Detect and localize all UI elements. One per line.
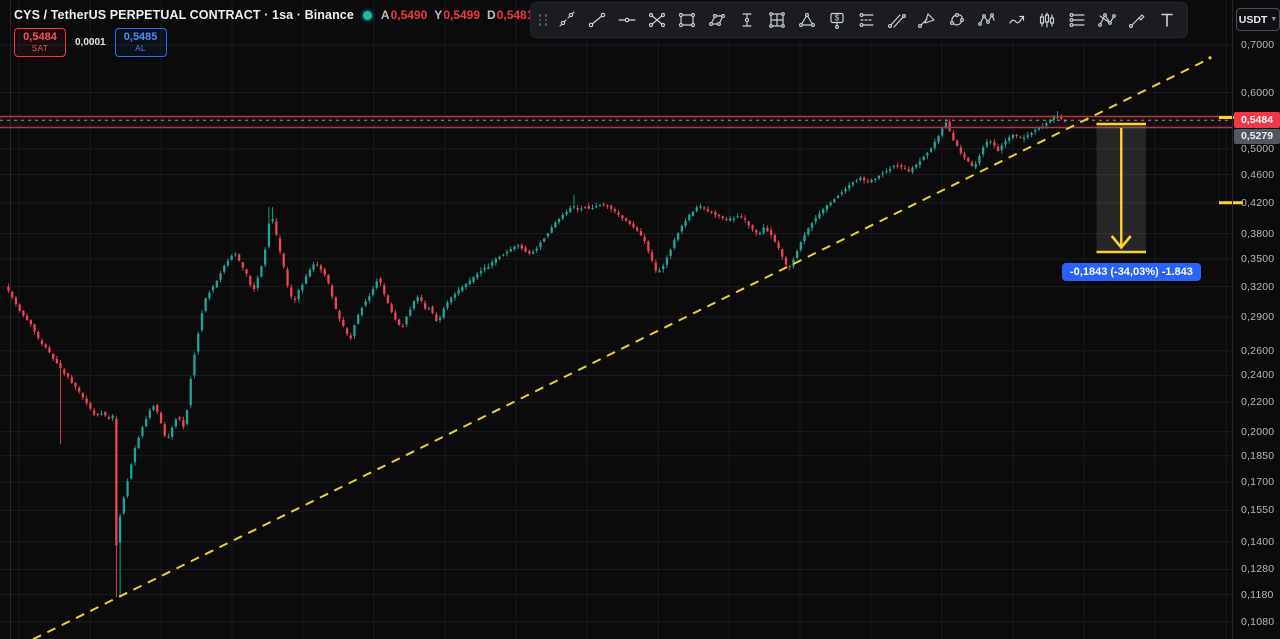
last-price-tag: 0,5484 <box>1234 112 1280 128</box>
text-tool-icon <box>1157 10 1177 30</box>
market-status-icon <box>363 11 372 20</box>
triangle-pattern-tool-icon <box>797 10 817 30</box>
price-tick-label: 0,3800 <box>1241 228 1274 240</box>
price-tick-label: 0,5000 <box>1241 143 1274 155</box>
trend-line-tool[interactable] <box>582 6 612 34</box>
cross-line-tool[interactable] <box>642 6 672 34</box>
chart-window: CYS / TetherUS PERPETUAL CONTRACT · 1sa … <box>0 0 1280 639</box>
legend-title-row: CYS / TetherUS PERPETUAL CONTRACT · 1sa … <box>14 7 614 23</box>
grid <box>0 0 1232 639</box>
price-label-tool-icon: $ <box>827 10 847 30</box>
price-tick-label: 0,2000 <box>1241 426 1274 438</box>
buy-button[interactable]: 0,5485 AL <box>115 28 167 57</box>
extended-line-tool[interactable] <box>552 6 582 34</box>
trendline[interactable] <box>33 56 1212 639</box>
open-label: A <box>381 8 390 22</box>
price-tick-label: 0,1180 <box>1241 589 1274 601</box>
sell-button[interactable]: 0,5484 SAT <box>14 28 66 57</box>
spread-value: 0,0001 <box>75 37 106 48</box>
rectangle-tool[interactable] <box>672 6 702 34</box>
elliott-wave-tool-icon <box>977 10 997 30</box>
horizontal-rays-tool[interactable] <box>1062 6 1092 34</box>
price-tick-label: 0,6000 <box>1241 87 1274 99</box>
price-label-tool[interactable]: $ <box>822 6 852 34</box>
projection-tool-icon <box>917 10 937 30</box>
triangle-pattern-tool[interactable] <box>792 6 822 34</box>
price-tick-label: 0,1400 <box>1241 536 1274 548</box>
bars-pattern-tool[interactable] <box>1032 6 1062 34</box>
brush-tool-icon <box>1127 10 1147 30</box>
zigzag-arrow-tool[interactable] <box>1002 6 1032 34</box>
parallelogram-tool[interactable] <box>702 6 732 34</box>
bars-pattern-tool-icon <box>1037 10 1057 30</box>
text-tool[interactable] <box>1152 6 1182 34</box>
trend-line-tool-icon <box>587 10 607 30</box>
chart-legend: CYS / TetherUS PERPETUAL CONTRACT · 1sa … <box>14 7 614 57</box>
high-label: Y <box>434 8 442 22</box>
horizontal-rays-tool-icon <box>1067 10 1087 30</box>
price-tick-label: 0,1280 <box>1241 563 1274 575</box>
currency-selector[interactable]: USDT ▼ <box>1236 8 1280 31</box>
buy-price: 0,5485 <box>124 32 158 43</box>
buy-label: AL <box>135 45 146 53</box>
horizontal-line-tool-icon <box>617 10 637 30</box>
price-range-tool[interactable] <box>732 6 762 34</box>
symbol-title[interactable]: CYS / TetherUS PERPETUAL CONTRACT · 1sa … <box>14 8 354 22</box>
zigzag-arrow-tool-icon <box>1007 10 1027 30</box>
low-value: 0,5481 <box>497 8 534 22</box>
price-tick-label: 0,1700 <box>1241 476 1274 488</box>
currency-label: USDT <box>1239 14 1268 26</box>
price-tick-label: 0,1550 <box>1241 504 1274 516</box>
candles <box>7 111 1066 597</box>
price-tick-label: 0,2900 <box>1241 311 1274 323</box>
price-tick-label: 0,1850 <box>1241 450 1274 462</box>
sell-label: SAT <box>32 45 48 53</box>
price-tick-label: 0,7000 <box>1241 39 1274 51</box>
rectangle-tool-icon <box>677 10 697 30</box>
price-tick-label: 0,4200 <box>1241 197 1274 209</box>
svg-text:$: $ <box>835 14 840 23</box>
curve-tool[interactable] <box>942 6 972 34</box>
trade-buttons-row: 0,5484 SAT 0,0001 0,5485 AL <box>14 28 614 57</box>
fib-retracement-tool-icon <box>857 10 877 30</box>
chevron-down-icon: ▼ <box>1270 16 1277 23</box>
price-tick-label: 0,4600 <box>1241 169 1274 181</box>
open-value: 0,5490 <box>391 8 428 22</box>
extended-line-tool-icon <box>557 10 577 30</box>
price-tick-label: 0,2600 <box>1241 345 1274 357</box>
price-tick-label: 0,2200 <box>1241 396 1274 408</box>
cypher-pattern-tool[interactable] <box>1092 6 1122 34</box>
parallelogram-tool-icon <box>707 10 727 30</box>
anchored-grid-tool[interactable] <box>762 6 792 34</box>
price-range-tool-icon <box>737 10 757 30</box>
horizontal-line-tool[interactable] <box>612 6 642 34</box>
low-label: D <box>487 8 496 22</box>
parallel-channel-tool[interactable] <box>882 6 912 34</box>
price-tick-label: 0,1080 <box>1241 616 1274 628</box>
parallel-channel-tool-icon <box>887 10 907 30</box>
projection-tool[interactable] <box>912 6 942 34</box>
price-axis[interactable]: 0,5484 0,5279 0,7000 0,6000 0,5000 0,4600 0,… <box>1232 0 1280 639</box>
price-tick-label: 0,2400 <box>1241 369 1274 381</box>
drawing-toolbar: $ <box>530 2 1188 38</box>
price-tick-label: 0,3500 <box>1241 253 1274 265</box>
elliott-wave-tool[interactable] <box>972 6 1002 34</box>
fib-retracement-tool[interactable] <box>852 6 882 34</box>
curve-tool-icon <box>947 10 967 30</box>
high-value: 0,5499 <box>443 8 480 22</box>
price-tick-label: 0,3200 <box>1241 281 1274 293</box>
toolbar-drag-handle[interactable] <box>537 11 549 29</box>
resistance-band[interactable] <box>0 117 1232 128</box>
secondary-price-tag: 0,5279 <box>1234 129 1280 144</box>
price-chart-canvas[interactable] <box>0 0 1280 639</box>
anchored-grid-tool-icon <box>767 10 787 30</box>
cypher-pattern-tool-icon <box>1097 10 1117 30</box>
measurement-label[interactable]: -0,1843 (-34,03%) -1.843 <box>1062 263 1201 281</box>
brush-tool[interactable] <box>1122 6 1152 34</box>
measurement-tool[interactable] <box>1097 124 1147 252</box>
cross-line-tool-icon <box>647 10 667 30</box>
sell-price: 0,5484 <box>23 32 57 43</box>
